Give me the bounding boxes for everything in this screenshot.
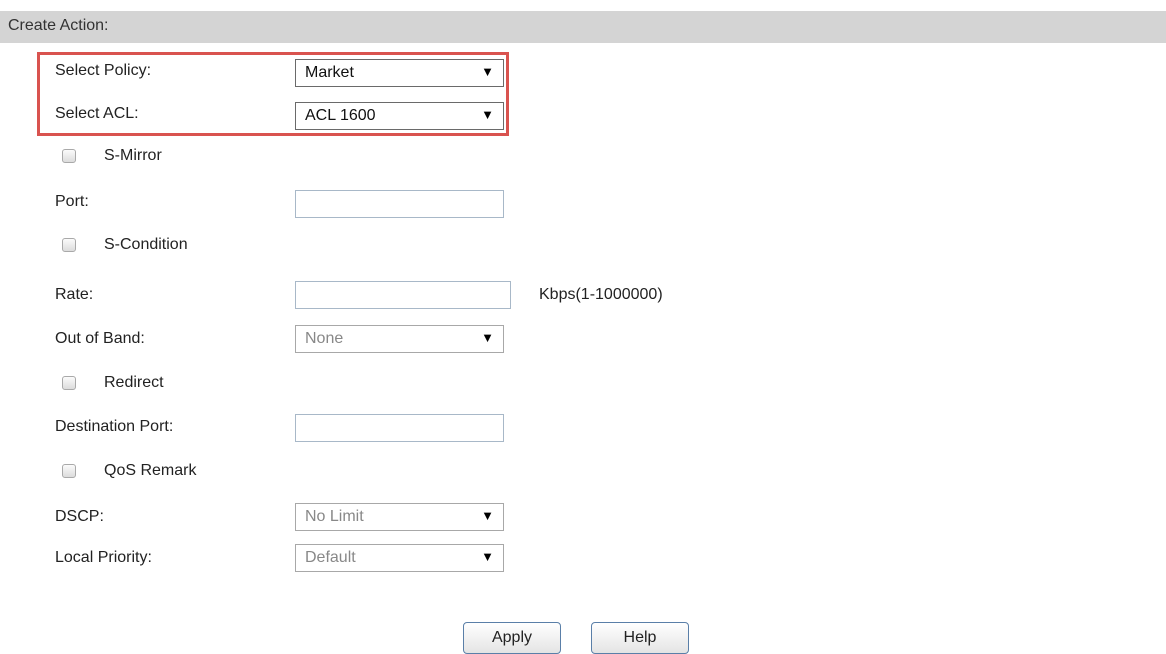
redirect-label: Redirect [104, 374, 164, 391]
select-policy-label: Select Policy: [55, 62, 152, 79]
chevron-down-icon: ▼ [481, 508, 494, 523]
select-policy-dropdown[interactable]: Market ▼ [295, 59, 504, 87]
help-button[interactable]: Help [591, 622, 689, 654]
rate-unit: Kbps(1-1000000) [539, 286, 663, 303]
dscp-dropdown[interactable]: No Limit ▼ [295, 503, 504, 531]
section-header: Create Action: [0, 11, 1166, 43]
chevron-down-icon: ▼ [481, 549, 494, 564]
s-condition-label: S-Condition [104, 236, 188, 253]
s-condition-checkbox[interactable] [62, 238, 76, 252]
destination-port-field[interactable] [295, 414, 504, 442]
dscp-label: DSCP: [55, 508, 104, 525]
redirect-checkbox[interactable] [62, 376, 76, 390]
apply-button[interactable]: Apply [463, 622, 561, 654]
select-acl-value: ACL 1600 [305, 107, 376, 124]
local-priority-label: Local Priority: [55, 549, 152, 566]
destination-port-label: Destination Port: [55, 418, 174, 435]
chevron-down-icon: ▼ [481, 107, 494, 122]
dscp-value: No Limit [305, 508, 364, 525]
port-field[interactable] [295, 190, 504, 218]
select-acl-dropdown[interactable]: ACL 1600 ▼ [295, 102, 504, 130]
rate-field[interactable] [295, 281, 511, 309]
s-mirror-checkbox[interactable] [62, 149, 76, 163]
qos-remark-label: QoS Remark [104, 462, 197, 479]
qos-remark-checkbox[interactable] [62, 464, 76, 478]
s-mirror-label: S-Mirror [104, 147, 162, 164]
out-of-band-value: None [305, 330, 344, 347]
out-of-band-dropdown[interactable]: None ▼ [295, 325, 504, 353]
out-of-band-label: Out of Band: [55, 330, 145, 347]
destination-port-input[interactable] [296, 415, 503, 441]
chevron-down-icon: ▼ [481, 64, 494, 79]
local-priority-dropdown[interactable]: Default ▼ [295, 544, 504, 572]
chevron-down-icon: ▼ [481, 330, 494, 345]
port-input[interactable] [296, 191, 503, 217]
select-policy-value: Market [305, 64, 354, 81]
rate-label: Rate: [55, 286, 94, 303]
section-title: Create Action: [8, 17, 109, 34]
select-acl-label: Select ACL: [55, 105, 139, 122]
local-priority-value: Default [305, 549, 356, 566]
rate-input[interactable] [296, 282, 510, 308]
port-label: Port: [55, 193, 89, 210]
